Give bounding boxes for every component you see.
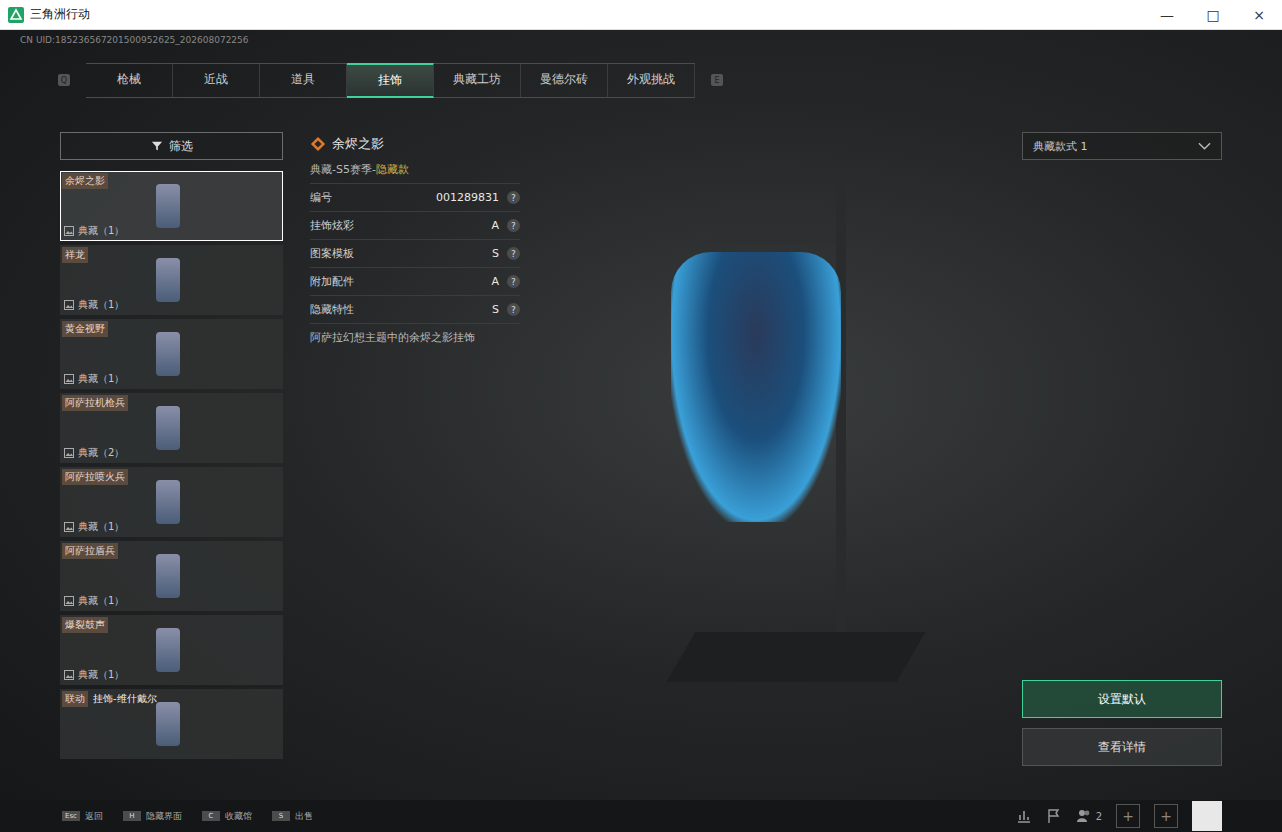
- charm-thumbnail: [156, 184, 180, 228]
- game-area: CN UID:185236567201500952625_20260807225…: [0, 30, 1282, 832]
- friends-icon: [1076, 808, 1092, 824]
- image-icon: [64, 596, 74, 606]
- delta-logo-icon: [8, 7, 24, 23]
- key-hint[interactable]: Esc返回: [62, 810, 103, 823]
- add-slot[interactable]: +: [1154, 804, 1178, 828]
- charm-thumbnail: [156, 554, 180, 598]
- detail-panel: 余烬之影典藏-S5赛季-隐藏款编号001289831?挂饰炫彩A?图案模板S?附…: [310, 132, 520, 800]
- tab[interactable]: 道具: [260, 64, 347, 97]
- tab[interactable]: 枪械: [86, 64, 173, 97]
- description: 阿萨拉幻想主题中的余烬之影挂饰: [310, 324, 520, 345]
- rarity-diamond-icon: [310, 136, 326, 152]
- funnel-icon: [151, 140, 163, 152]
- item-name: 挂饰-维什戴尔: [90, 691, 160, 707]
- image-icon: [64, 300, 74, 310]
- tab[interactable]: 挂饰: [347, 63, 434, 98]
- charm-thumbnail: [156, 702, 180, 746]
- charm-item[interactable]: 祥龙典藏（1）: [60, 245, 283, 315]
- charm-thumbnail: [156, 480, 180, 524]
- charm-thumbnail: [156, 258, 180, 302]
- attribute-row: 隐藏特性S?: [310, 296, 520, 324]
- detail-subtitle: 典藏-S5赛季-隐藏款: [310, 156, 520, 184]
- image-icon: [64, 670, 74, 680]
- help-icon[interactable]: ?: [507, 219, 520, 232]
- tab[interactable]: 近战: [173, 64, 260, 97]
- charm-item[interactable]: 阿萨拉盾兵典藏（1）: [60, 541, 283, 611]
- charm-thumbnail: [156, 628, 180, 672]
- item-count: 典藏（1）: [64, 224, 124, 238]
- key-hint[interactable]: H隐藏界面: [123, 810, 182, 823]
- charm-display: [520, 132, 1022, 800]
- item-list-panel: 筛选余烬之影典藏（1）祥龙典藏（1）黄金视野典藏（1）阿萨拉机枪兵典藏（2）阿萨…: [60, 132, 283, 800]
- charm-item[interactable]: 阿萨拉喷火兵典藏（1）: [60, 467, 283, 537]
- window-control[interactable]: —: [1144, 7, 1190, 23]
- prev-key[interactable]: Q: [58, 74, 70, 86]
- stats-icon[interactable]: [1016, 808, 1032, 824]
- item-name: 阿萨拉盾兵: [62, 543, 118, 559]
- collab-tag: 联动: [62, 691, 88, 707]
- item-name: 阿萨拉喷火兵: [62, 469, 128, 485]
- detail-title: 余烬之影: [332, 135, 384, 153]
- flag-icon[interactable]: [1046, 808, 1062, 824]
- attribute-row: 挂饰炫彩A?: [310, 212, 520, 240]
- charm-item[interactable]: 阿萨拉机枪兵典藏（2）: [60, 393, 283, 463]
- style-dropdown[interactable]: 典藏款式 1: [1022, 132, 1222, 160]
- item-name: 阿萨拉机枪兵: [62, 395, 128, 411]
- attribute-row: 图案模板S?: [310, 240, 520, 268]
- tab[interactable]: 外观挑战: [608, 64, 695, 97]
- image-icon: [64, 448, 74, 458]
- window-title: 三角洲行动: [30, 6, 90, 23]
- item-count: 典藏（1）: [64, 594, 124, 608]
- app-window: 三角洲行动 —□× CN UID:185236567201500952625_202…: [0, 0, 1282, 832]
- next-key[interactable]: E: [711, 74, 723, 86]
- image-icon: [64, 226, 74, 236]
- charm-item[interactable]: 余烬之影典藏（1）: [60, 171, 283, 241]
- attribute-row: 编号001289831?: [310, 184, 520, 212]
- image-icon: [64, 522, 74, 532]
- item-name: 祥龙: [62, 247, 88, 263]
- attribute-row: 附加配件A?: [310, 268, 520, 296]
- action-button[interactable]: 查看详情: [1022, 728, 1222, 766]
- item-count: 典藏（1）: [64, 298, 124, 312]
- help-icon[interactable]: ?: [507, 275, 520, 288]
- tab-bar: Q 枪械近战道具挂饰典藏工坊曼德尔砖外观挑战 E: [58, 64, 1282, 96]
- action-button[interactable]: 设置默认: [1022, 680, 1222, 718]
- filter-button[interactable]: 筛选: [60, 132, 283, 160]
- bottom-bar: Esc返回 H隐藏界面 C收藏馆 S出售 2 + +: [0, 800, 1282, 832]
- title-bar: 三角洲行动 —□×: [0, 0, 1282, 30]
- key-hint[interactable]: C收藏馆: [202, 810, 252, 823]
- chevron-down-icon: [1198, 142, 1211, 150]
- item-name: 黄金视野: [62, 321, 108, 337]
- tab[interactable]: 曼德尔砖: [521, 64, 608, 97]
- item-count: 典藏（1）: [64, 668, 124, 682]
- help-icon[interactable]: ?: [507, 191, 520, 204]
- charm-item[interactable]: 黄金视野典藏（1）: [60, 319, 283, 389]
- window-control[interactable]: □: [1190, 7, 1236, 23]
- key-hint[interactable]: S出售: [272, 810, 313, 823]
- item-name: 余烬之影: [62, 173, 108, 189]
- window-control[interactable]: ×: [1236, 7, 1282, 23]
- tab[interactable]: 典藏工坊: [434, 64, 521, 97]
- charm-thumbnail: [156, 332, 180, 376]
- item-count: 典藏（2）: [64, 446, 124, 460]
- avatar[interactable]: [1192, 801, 1222, 831]
- help-icon[interactable]: ?: [507, 303, 520, 316]
- charm-item[interactable]: 联动挂饰-维什戴尔: [60, 689, 283, 759]
- image-icon: [64, 374, 74, 384]
- item-name: 爆裂鼓声: [62, 617, 108, 633]
- charm-thumbnail: [156, 406, 180, 450]
- charm-item[interactable]: 爆裂鼓声典藏（1）: [60, 615, 283, 685]
- uid-label: CN UID:185236567201500952625_20260807225…: [0, 30, 1282, 48]
- item-count: 典藏（1）: [64, 372, 124, 386]
- friends-button[interactable]: 2: [1076, 808, 1102, 824]
- item-count: 典藏（1）: [64, 520, 124, 534]
- add-slot[interactable]: +: [1116, 804, 1140, 828]
- help-icon[interactable]: ?: [507, 247, 520, 260]
